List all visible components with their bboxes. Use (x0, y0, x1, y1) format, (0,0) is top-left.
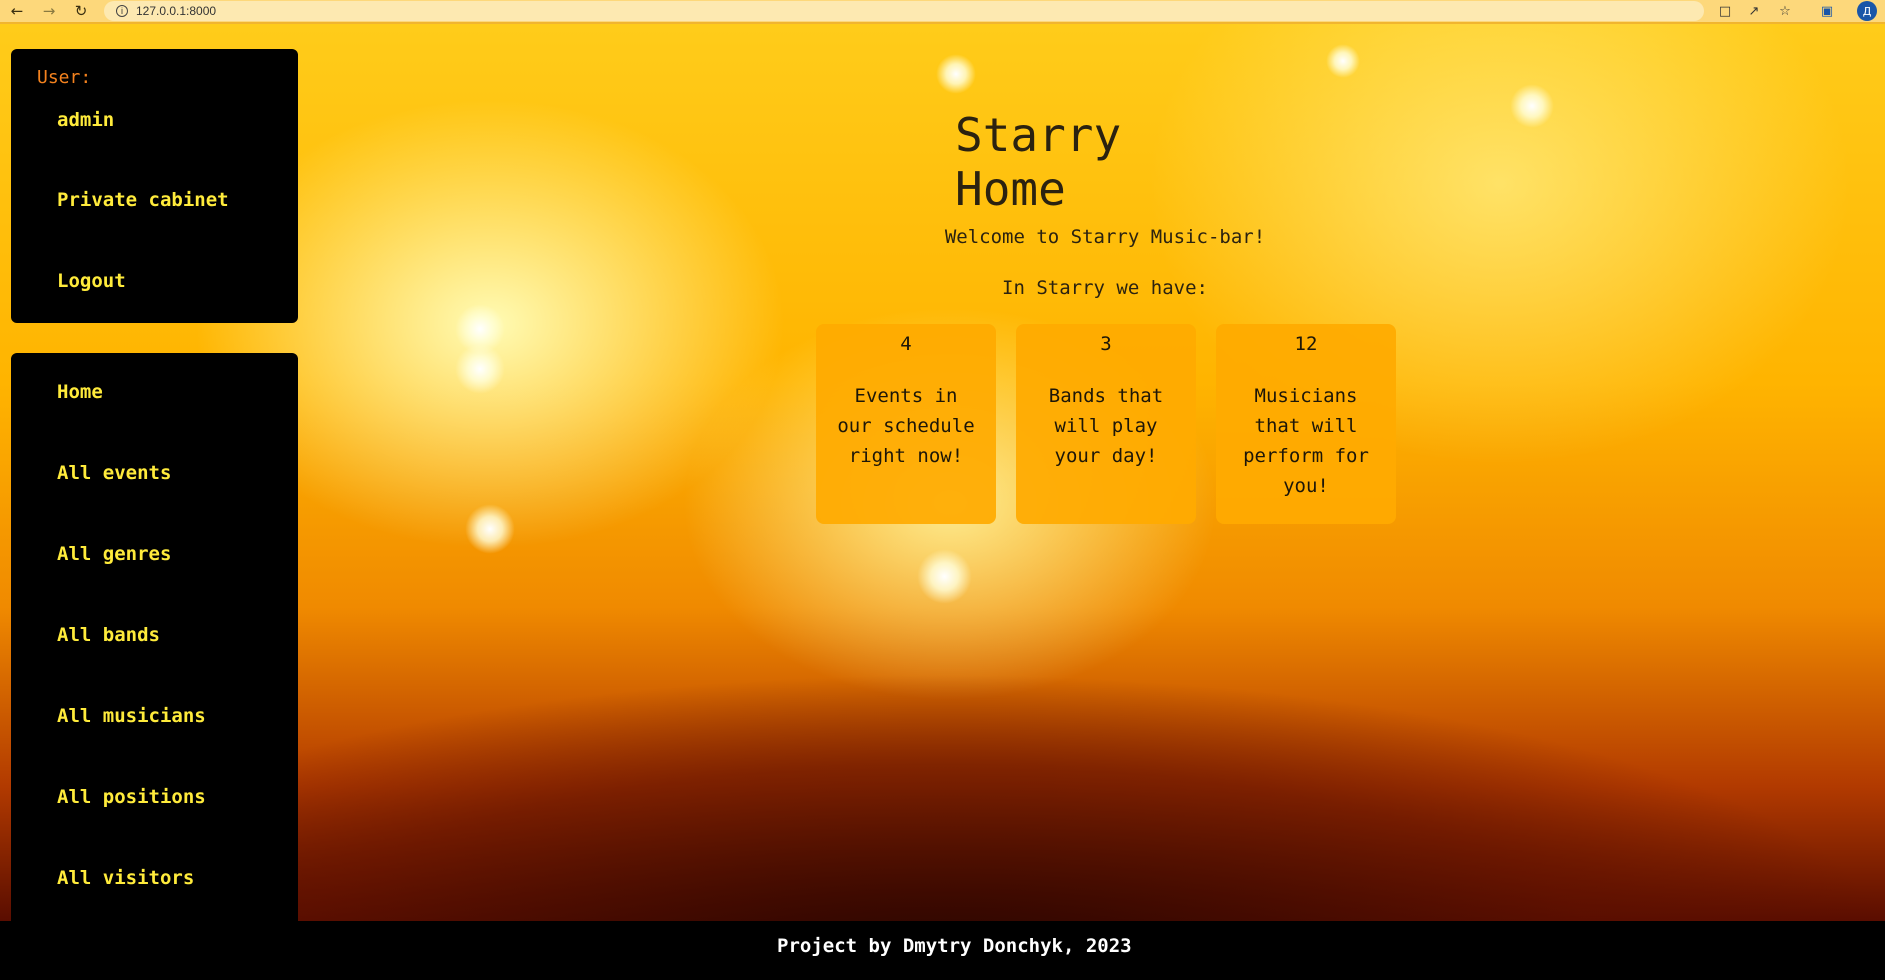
page-title: Starry Home (955, 108, 1122, 216)
nav-all-positions[interactable]: All positions (57, 786, 206, 808)
profile-avatar[interactable]: Д (1857, 1, 1877, 21)
stat-count: 4 (900, 333, 912, 355)
stat-description: Events in our schedule right now! (837, 385, 975, 467)
private-cabinet-link[interactable]: Private cabinet (57, 189, 229, 211)
stat-card-events: 4 Events in our schedule right now! (816, 324, 996, 524)
sidebar-nav: Home All events All genres All bands All… (11, 353, 298, 921)
stat-card-musicians: 12 Musicians that will perform for you! (1216, 324, 1396, 524)
browser-toolbar: ← → ↻ i 127.0.0.1:8000 □ ↗ ☆ ▣ Д (0, 0, 1885, 24)
stage-light (1326, 44, 1360, 78)
stat-description: Musicians that will perform for you! (1243, 385, 1369, 497)
user-label: User: (37, 67, 92, 88)
address-bar[interactable]: i 127.0.0.1:8000 (104, 1, 1704, 21)
sidepanel-icon[interactable]: ▣ (1818, 2, 1836, 20)
stage-light (1510, 84, 1554, 128)
welcome-text: Welcome to Starry Music-bar! (944, 226, 1266, 248)
forward-icon[interactable]: → (38, 0, 60, 22)
footer: Project by Dmytry Donchyk, 2023 (0, 921, 1885, 980)
stage-light (455, 344, 505, 394)
translate-icon[interactable]: □ (1716, 2, 1734, 20)
stat-card-bands: 3 Bands that will play your day! (1016, 324, 1196, 524)
logout-link[interactable]: Logout (57, 270, 126, 292)
star-icon[interactable]: ☆ (1776, 2, 1794, 20)
nav-all-bands[interactable]: All bands (57, 624, 160, 646)
footer-text: Project by Dmytry Donchyk, 2023 (777, 935, 1132, 957)
stat-count: 3 (1100, 333, 1112, 355)
back-icon[interactable]: ← (6, 0, 28, 22)
info-icon[interactable]: i (116, 5, 128, 17)
stage-light (936, 54, 976, 94)
stat-count: 12 (1294, 333, 1318, 355)
reload-icon[interactable]: ↻ (70, 0, 92, 22)
username-link[interactable]: admin (57, 109, 114, 131)
nav-all-events[interactable]: All events (57, 462, 171, 484)
nav-all-musicians[interactable]: All musicians (57, 705, 206, 727)
nav-all-visitors[interactable]: All visitors (57, 867, 194, 889)
nav-home[interactable]: Home (57, 381, 103, 403)
stat-description: Bands that will play your day! (1048, 385, 1164, 467)
nav-all-genres[interactable]: All genres (57, 543, 171, 565)
user-panel: User: admin Private cabinet Logout (11, 49, 298, 323)
url-text: 127.0.0.1:8000 (136, 4, 217, 18)
share-icon[interactable]: ↗ (1745, 2, 1763, 20)
intro-text: In Starry we have: (1002, 277, 1208, 299)
